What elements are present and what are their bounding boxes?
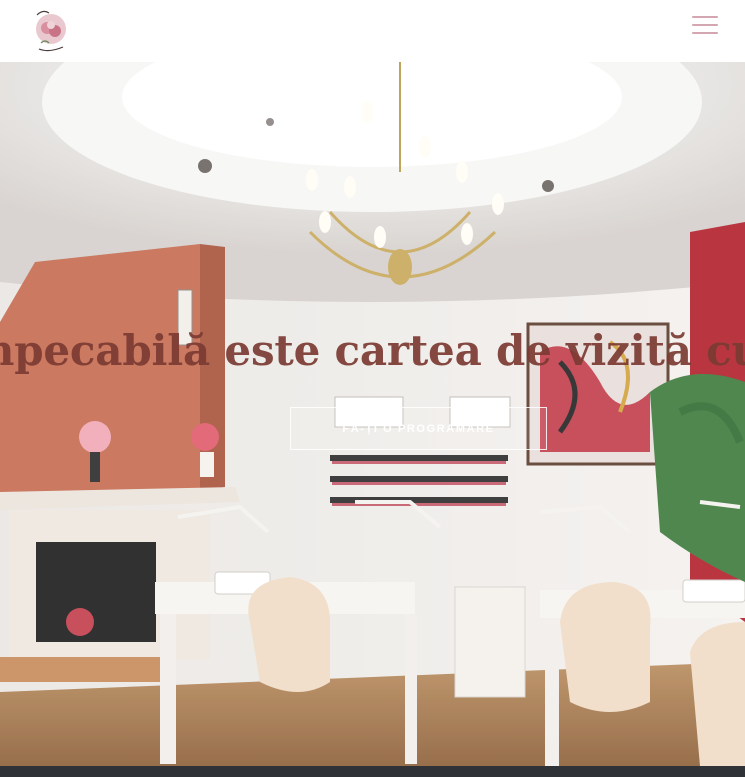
bottom-bar	[0, 766, 745, 777]
hamburger-menu-button[interactable]	[690, 13, 720, 37]
book-appointment-button[interactable]: FĂ-ȚI O PROGRAMARE	[290, 407, 547, 450]
hero-section: mpecabilă este cartea de vizită cu care …	[0, 62, 745, 766]
top-navigation-bar	[0, 0, 745, 62]
hero-tagline: mpecabilă este cartea de vizită cu care …	[0, 326, 745, 375]
salon-logo[interactable]	[31, 3, 71, 55]
